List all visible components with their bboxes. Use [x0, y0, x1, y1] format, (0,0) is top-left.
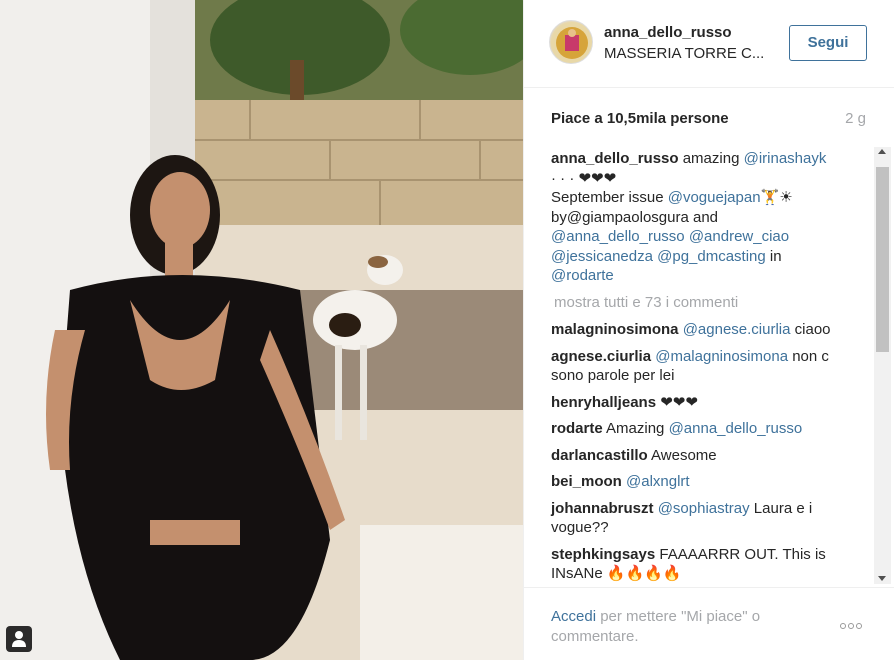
post-photo[interactable]: [0, 0, 523, 660]
comments-scrollbar[interactable]: [874, 147, 891, 584]
mention-link[interactable]: @anna_dello_russo: [669, 420, 803, 437]
scroll-up-arrow-icon[interactable]: [878, 149, 886, 154]
caption-text: in: [765, 247, 782, 265]
mention-link[interactable]: @alxnglrt: [626, 473, 690, 490]
mention-link[interactable]: @pg_dmcasting: [657, 248, 766, 265]
show-all-comments-link[interactable]: mostra tutti e 73 i commenti: [554, 293, 851, 313]
caption-emoji: 🏋☀: [760, 189, 793, 206]
mention-link[interactable]: @anna_dello_russo: [551, 228, 685, 245]
comments-list[interactable]: anna_dello_russo amazing @irinashayk · ·…: [524, 143, 875, 587]
scroll-down-arrow-icon[interactable]: [878, 576, 886, 581]
avatar[interactable]: [549, 20, 593, 64]
login-link[interactable]: Accedi: [551, 608, 596, 625]
follow-button[interactable]: Segui: [789, 25, 867, 61]
photo-illustration: [0, 0, 523, 660]
comment-item: henryhalljeans ❤❤❤: [551, 393, 851, 413]
post-time[interactable]: 2 g: [845, 110, 866, 127]
comment-text: ❤❤❤: [656, 393, 698, 411]
comment-text: ciaoo: [790, 321, 831, 338]
scrollbar-thumb[interactable]: [876, 167, 889, 352]
comment-username[interactable]: rodarte: [551, 420, 603, 437]
comment-username[interactable]: agnese.ciurlia: [551, 348, 651, 365]
caption-text: amazing: [678, 150, 744, 167]
comment-item: stephkingsays FAAAARRR OUT. This is INsA…: [551, 545, 851, 584]
comment-item: agnese.ciurlia @malagninosimona non c so…: [551, 347, 851, 386]
caption-text: September issue: [551, 189, 668, 206]
caption-username[interactable]: anna_dello_russo: [551, 150, 679, 167]
comment-text: Amazing: [606, 420, 669, 437]
mention-link[interactable]: @sophiastray: [658, 500, 750, 517]
person-icon[interactable]: [6, 626, 32, 652]
mention-link[interactable]: @malagninosimona: [655, 348, 788, 365]
post-header: anna_dello_russo MASSERIA TORRE C... Seg…: [524, 0, 894, 88]
author-username[interactable]: anna_dello_russo: [604, 24, 732, 41]
post-sidebar: anna_dello_russo MASSERIA TORRE C... Seg…: [523, 0, 894, 660]
comment-username[interactable]: malagninosimona: [551, 321, 679, 338]
comment-item: darlancastillo Awesome: [551, 446, 851, 466]
mention-link[interactable]: @voguejapan: [668, 189, 761, 206]
likes-count: Piace a 10,5mila persone: [551, 110, 729, 127]
mention-link[interactable]: @andrew_ciao: [689, 228, 789, 245]
comment-username[interactable]: henryhalljeans: [551, 394, 656, 411]
comment-item: malagninosimona @agnese.ciurlia ciaoo: [551, 320, 851, 340]
comment-item: johannabruszt @sophiastray Laura e i vog…: [551, 499, 851, 538]
comment-item: rodarte Amazing @anna_dello_russo: [551, 419, 851, 439]
caption-text: by@giampaolosgura and: [551, 208, 718, 226]
comment-username[interactable]: bei_moon: [551, 473, 622, 490]
caption-text: · · · ❤❤❤: [551, 169, 617, 187]
login-prompt: Accedi per mettere "Mi piace" o commenta…: [551, 607, 801, 647]
comment-username[interactable]: johannabruszt: [551, 500, 654, 517]
caption: anna_dello_russo amazing @irinashayk · ·…: [551, 149, 851, 286]
mention-link[interactable]: @irinashayk: [744, 150, 827, 167]
location-link[interactable]: MASSERIA TORRE C...: [604, 45, 774, 62]
mention-link[interactable]: @rodarte: [551, 267, 614, 284]
mention-link[interactable]: @agnese.ciurlia: [683, 321, 791, 338]
mention-link[interactable]: @jessicanedza: [551, 248, 653, 265]
comment-username[interactable]: stephkingsays: [551, 546, 655, 563]
comment-username[interactable]: darlancastillo: [551, 447, 648, 464]
ellipsis-icon[interactable]: [840, 616, 868, 629]
post-footer: Accedi per mettere "Mi piace" o commenta…: [524, 587, 894, 660]
comment-item: bei_moon @alxnglrt: [551, 472, 851, 492]
comment-text: Awesome: [647, 446, 717, 464]
